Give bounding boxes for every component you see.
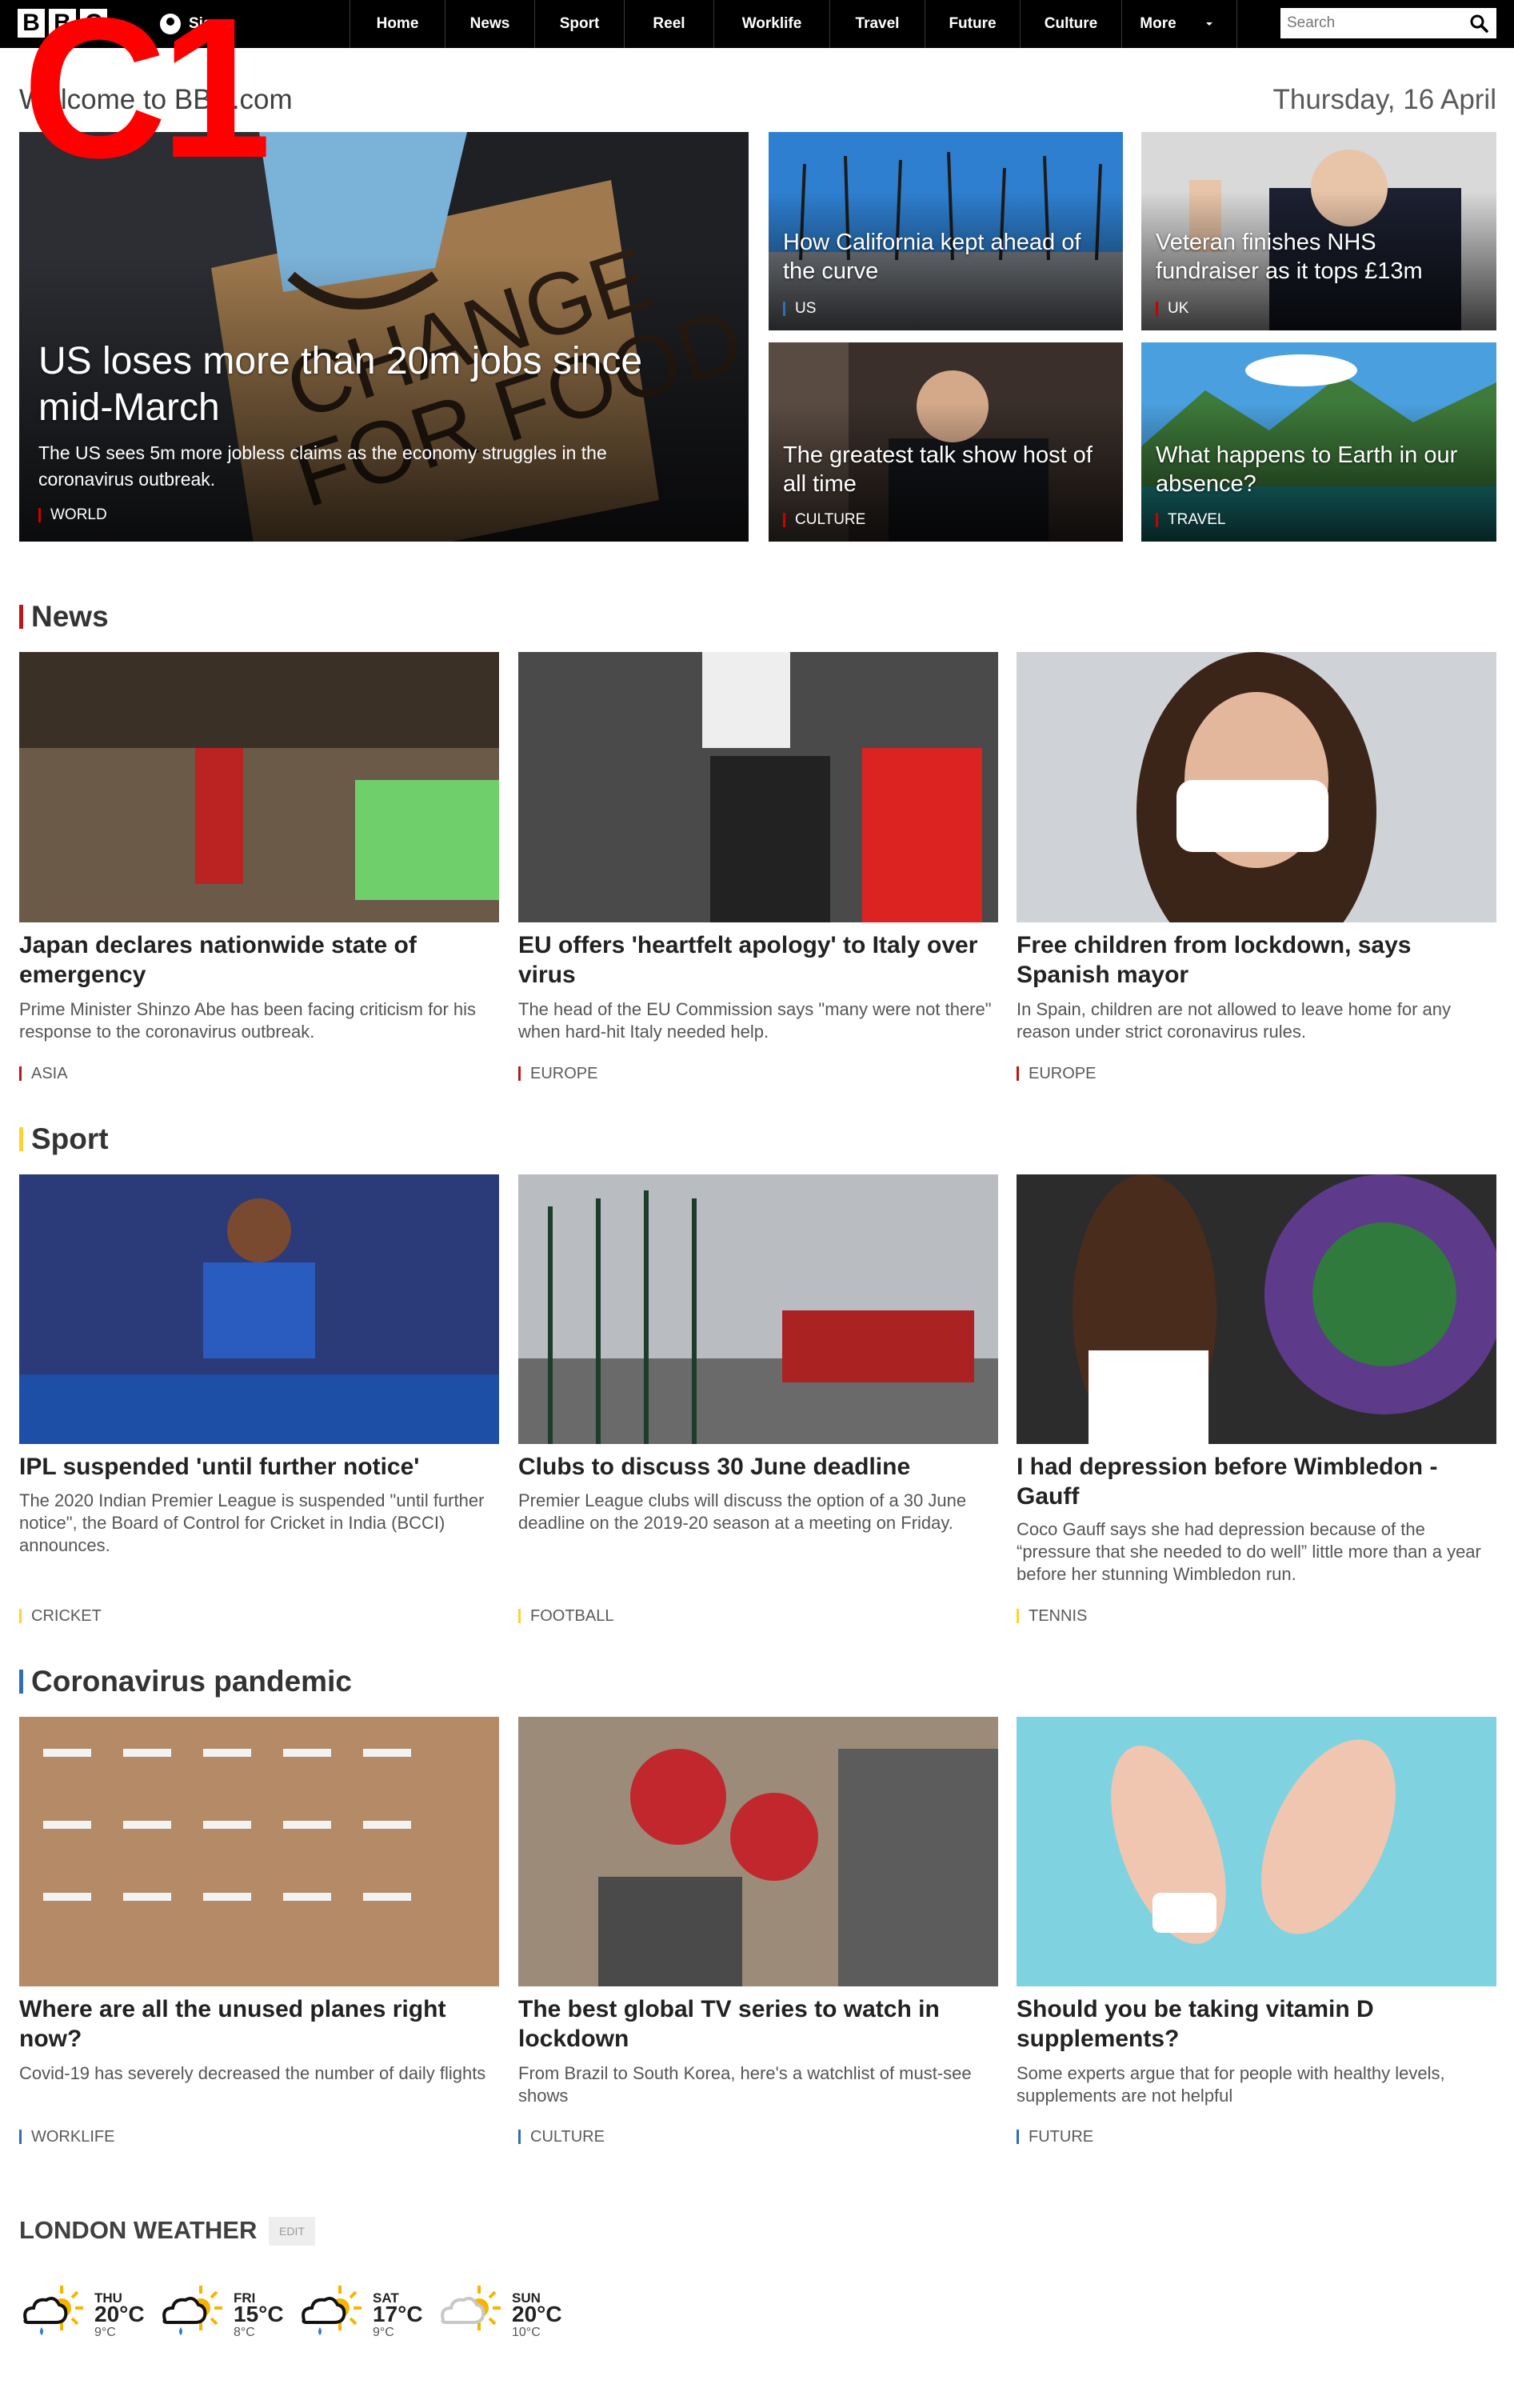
- nav-news[interactable]: News: [445, 0, 534, 48]
- sun-cloud-rain-icon: [162, 2286, 222, 2335]
- weather-low: 8°C: [234, 2326, 255, 2339]
- story-title[interactable]: Clubs to discuss 30 June deadline: [518, 1452, 998, 1482]
- tile-title[interactable]: What happens to Earth in our absence?: [1156, 441, 1484, 498]
- story-image: [19, 652, 499, 922]
- story-title[interactable]: EU offers 'heartfelt apology' to Italy o…: [518, 930, 998, 990]
- weather-high: 20°C: [512, 2302, 562, 2326]
- weather-day[interactable]: SAT 17°C 9°C: [296, 2284, 432, 2340]
- weather-high: 20°C: [94, 2302, 145, 2326]
- tile-title[interactable]: The greatest talk show host of all time: [783, 441, 1111, 498]
- story-title[interactable]: IPL suspended 'until further notice': [19, 1452, 499, 1482]
- story-summary: Premier League clubs will discuss the op…: [518, 1490, 967, 1533]
- story-image: [1017, 1174, 1496, 1444]
- tile-title[interactable]: Veteran finishes NHS fundraiser as it to…: [1156, 228, 1484, 286]
- hero-tile[interactable]: The greatest talk show host of all time …: [769, 342, 1123, 542]
- story-title[interactable]: The best global TV series to watch in lo…: [518, 1994, 998, 2054]
- search-box: [1280, 8, 1496, 38]
- search-icon[interactable]: [1469, 14, 1488, 33]
- story-summary: The head of the EU Commission says "many…: [518, 999, 992, 1042]
- story-image: [19, 1717, 499, 1986]
- sun-cloud-icon: [441, 2286, 501, 2330]
- nav-more[interactable]: More: [1121, 0, 1237, 48]
- story-title[interactable]: Japan declares nationwide state of emerg…: [19, 930, 499, 990]
- date-label: Thursday, 16 April: [1272, 84, 1497, 115]
- hero-tile[interactable]: What happens to Earth in our absence? TR…: [1141, 342, 1496, 542]
- nav-more-label: More: [1140, 15, 1176, 32]
- tile-title[interactable]: How California kept ahead of the curve: [783, 228, 1111, 286]
- main-nav: Home News Sport Reel Worklife Travel Fut…: [350, 0, 1237, 48]
- story-summary: Some experts argue that for people with …: [1017, 2063, 1445, 2106]
- tile-category[interactable]: TRAVEL: [1156, 512, 1226, 527]
- overlay-label: C1: [22, 0, 272, 199]
- story-image: [1017, 1717, 1496, 1986]
- nav-reel[interactable]: Reel: [624, 0, 713, 48]
- section-heading-news[interactable]: News: [19, 600, 109, 634]
- story-summary: From Brazil to South Korea, here's a wat…: [518, 2063, 972, 2106]
- weather-edit-button[interactable]: EDIT: [269, 2217, 315, 2246]
- hero-main-category[interactable]: WORLD: [38, 507, 107, 522]
- story-tag[interactable]: EUROPE: [1017, 1066, 1096, 1082]
- section-heading-coronavirus[interactable]: Coronavirus pandemic: [19, 1665, 352, 1698]
- story-image: [1017, 652, 1496, 922]
- weather-day[interactable]: THU 20°C 9°C: [18, 2284, 154, 2340]
- story-title[interactable]: Where are all the unused planes right no…: [19, 1994, 499, 2054]
- weather-high: 17°C: [373, 2302, 423, 2326]
- story-summary: The 2020 Indian Premier League is suspen…: [19, 1490, 485, 1555]
- tile-category[interactable]: CULTURE: [783, 512, 865, 527]
- story-image: [19, 1174, 499, 1444]
- nav-culture[interactable]: Culture: [1020, 0, 1121, 48]
- story-summary: In Spain, children are not allowed to le…: [1017, 999, 1451, 1042]
- story-summary: Covid-19 has severely decreased the numb…: [19, 2063, 486, 2083]
- nav-travel[interactable]: Travel: [829, 0, 925, 48]
- weather-day[interactable]: SUN 20°C 10°C: [435, 2284, 571, 2340]
- weather-low: 9°C: [94, 2326, 116, 2339]
- story-tag[interactable]: FOOTBALL: [518, 1608, 613, 1624]
- story-summary: Coco Gauff says she had depression becau…: [1017, 1519, 1481, 1584]
- story-image: [518, 1174, 998, 1444]
- story-image: [518, 1717, 998, 1986]
- hero-tile[interactable]: How California kept ahead of the curve U…: [769, 132, 1123, 330]
- story-tag[interactable]: ASIA: [19, 1066, 68, 1082]
- story-summary: Prime Minister Shinzo Abe has been facin…: [19, 999, 477, 1042]
- tile-category[interactable]: UK: [1156, 301, 1188, 316]
- story-tag[interactable]: WORKLIFE: [19, 2129, 114, 2145]
- story-tag[interactable]: EUROPE: [518, 1066, 597, 1082]
- story-title[interactable]: Free children from lockdown, says Spanis…: [1017, 930, 1496, 990]
- story-tag[interactable]: CRICKET: [19, 1608, 102, 1624]
- story-tag[interactable]: CULTURE: [518, 2129, 605, 2145]
- story-tag[interactable]: FUTURE: [1017, 2129, 1093, 2145]
- weather-low: 9°C: [373, 2326, 394, 2339]
- nav-future[interactable]: Future: [925, 0, 1020, 48]
- search-input[interactable]: [1280, 8, 1447, 38]
- nav-home[interactable]: Home: [350, 0, 445, 48]
- hero-main-summary: The US sees 5m more jobless claims as th…: [38, 442, 607, 490]
- section-heading-sport[interactable]: Sport: [19, 1122, 109, 1156]
- hero-main-title[interactable]: US loses more than 20m jobs since mid-Ma…: [38, 338, 726, 431]
- weather-heading: LONDON WEATHER: [19, 2216, 258, 2244]
- nav-sport[interactable]: Sport: [534, 0, 624, 48]
- sun-cloud-rain-icon: [302, 2286, 362, 2335]
- weather-low: 10°C: [512, 2326, 541, 2339]
- tile-category[interactable]: US: [783, 301, 816, 316]
- hero-tile[interactable]: Veteran finishes NHS fundraiser as it to…: [1141, 132, 1496, 330]
- weather-day[interactable]: FRI 15°C 8°C: [157, 2284, 293, 2340]
- story-tag[interactable]: TENNIS: [1017, 1608, 1087, 1624]
- sun-cloud-rain-icon: [23, 2286, 83, 2335]
- story-title[interactable]: Should you be taking vitamin D supplemen…: [1017, 1994, 1496, 2054]
- nav-worklife[interactable]: Worklife: [713, 0, 829, 48]
- chevron-down-icon: [1206, 22, 1212, 26]
- story-title[interactable]: I had depression before Wimbledon - Gauf…: [1017, 1452, 1496, 1511]
- weather-high: 15°C: [234, 2302, 284, 2326]
- story-image: [518, 652, 998, 922]
